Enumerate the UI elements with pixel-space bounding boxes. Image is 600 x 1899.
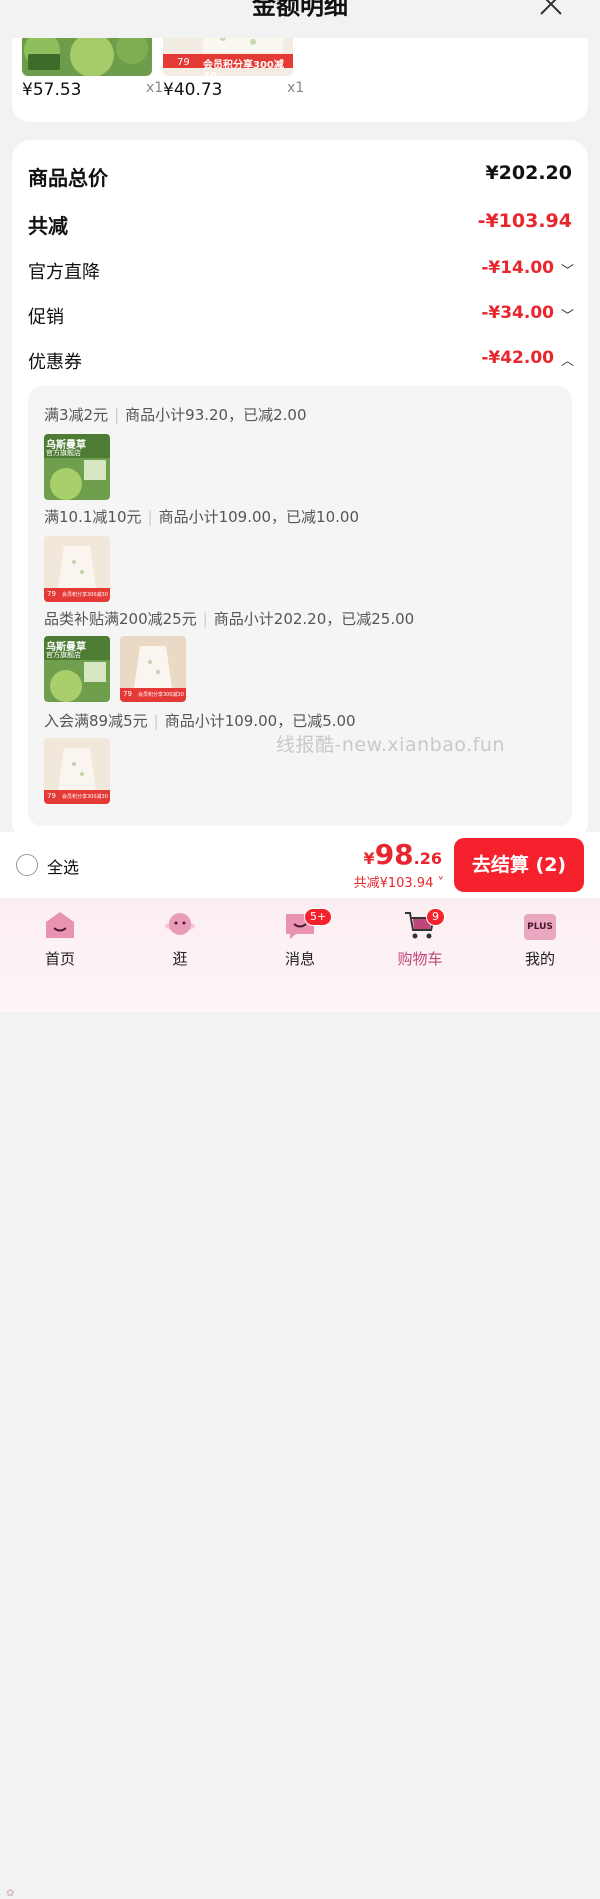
promo-detail: 商品小计202.20，已减25.00 bbox=[213, 610, 415, 628]
message-badge: 5+ bbox=[304, 908, 333, 926]
promo-rule: 满10.1减10元 bbox=[44, 508, 142, 526]
discount-row: 共减 -¥103.94 bbox=[28, 210, 572, 240]
checkout-button[interactable]: 去结算 (2) bbox=[454, 838, 584, 892]
chevron-down-icon: ˅ bbox=[433, 876, 444, 891]
coupon-breakdown: 满3减2元 | 商品小计93.20，已减2.00 乌斯曼草 官方旗舰店 满10.1减… bbox=[28, 386, 572, 826]
thumb-subtitle: 官方旗舰店 bbox=[46, 651, 81, 659]
promo-line: 满10.1减10元 | 商品小计109.00，已减10.00 bbox=[44, 508, 359, 526]
total-price: ¥98.26 bbox=[364, 838, 442, 871]
tab-bar: 首页 逛 5+ 消息 9 购物车 PLUS 我的 ✿ bbox=[0, 898, 600, 1899]
sheet-header: 金额明细 bbox=[0, 0, 600, 38]
moss-product-thumb: 乌斯曼草 官方旗舰店 bbox=[44, 636, 110, 702]
promo-detail: 商品小计109.00，已减10.00 bbox=[158, 508, 359, 526]
tab-messages[interactable]: 5+ 消息 bbox=[250, 906, 350, 968]
coupon-row[interactable]: 优惠券 -¥42.00 ︿ bbox=[28, 348, 574, 378]
price-integer: 98 bbox=[374, 838, 414, 871]
chevron-up-icon[interactable]: ︿ bbox=[561, 350, 574, 369]
thumb-banner-text: 会员积分享300减30 bbox=[138, 692, 184, 698]
thumb-banner-price: 79 bbox=[123, 690, 132, 698]
tab-label: 消息 bbox=[284, 950, 315, 968]
thumb-banner-price: 79 bbox=[177, 57, 190, 68]
watermark: 线报酷-new.xianbao.fun bbox=[276, 734, 505, 756]
select-all-checkbox[interactable] bbox=[16, 854, 38, 876]
goods-card: ¥57.53 x1 79 会员积分享300减30 ¥40.73 x1 bbox=[12, 30, 588, 122]
coupon-label: 优惠券 bbox=[28, 352, 82, 373]
goods-price: ¥40.73 bbox=[163, 80, 223, 100]
tab-home[interactable]: 首页 bbox=[10, 906, 110, 968]
promo-rule: 满3减2元 bbox=[44, 406, 109, 424]
goods-qty: x1 bbox=[146, 80, 164, 96]
chevron-down-icon[interactable]: ﹀ bbox=[561, 260, 574, 279]
total-row: 商品总价 ¥202.20 bbox=[28, 162, 572, 192]
cart-badge: 9 bbox=[426, 908, 445, 926]
price-decimal: .26 bbox=[413, 849, 442, 868]
swaddle-product-thumb: 79 会员积分享300减30 bbox=[44, 536, 110, 602]
promo-rule: 品类补贴满200减25元 bbox=[44, 610, 197, 628]
tab-label: 购物车 bbox=[397, 950, 443, 968]
total-label: 商品总价 bbox=[28, 166, 108, 190]
select-all-label[interactable]: 全选 bbox=[47, 854, 79, 878]
promo-detail: 商品小计109.00，已减5.00 bbox=[164, 712, 356, 730]
thumb-banner-price: 79 bbox=[47, 792, 56, 800]
total-value: ¥202.20 bbox=[485, 162, 572, 184]
promo-line: 品类补贴满200减25元 | 商品小计202.20，已减25.00 bbox=[44, 610, 415, 628]
tab-profile[interactable]: PLUS 我的 bbox=[490, 906, 590, 968]
total-saved-text: 共减¥103.94 bbox=[353, 876, 434, 891]
promo-rule: 入会满89减5元 bbox=[44, 712, 148, 730]
official-discount-label: 官方直降 bbox=[28, 262, 100, 283]
close-icon[interactable] bbox=[536, 0, 566, 18]
promo-detail: 商品小计93.20，已减2.00 bbox=[125, 406, 307, 424]
promotion-row[interactable]: 促销 -¥34.00 ﹀ bbox=[28, 303, 574, 333]
moss-product-thumb: 乌斯曼草 官方旗舰店 bbox=[44, 434, 110, 500]
swaddle-product-thumb: 79 会员积分享300减30 bbox=[120, 636, 186, 702]
planet-icon bbox=[165, 913, 195, 935]
promo-line: 入会满89减5元 | 商品小计109.00，已减5.00 bbox=[44, 712, 356, 730]
thumb-subtitle: 官方旗舰店 bbox=[46, 449, 81, 457]
tab-cart[interactable]: 9 购物车 bbox=[370, 906, 470, 968]
total-saved[interactable]: 共减¥103.94 ˅ bbox=[354, 872, 444, 891]
thumb-banner-price: 79 bbox=[47, 590, 56, 598]
swaddle-product-thumb: 79 会员积分享300减30 bbox=[44, 738, 110, 804]
tab-label: 首页 bbox=[44, 950, 75, 968]
tab-label: 我的 bbox=[524, 950, 555, 968]
thumb-banner-text: 会员积分享300减30 bbox=[62, 794, 108, 800]
sheet-title: 金额明细 bbox=[252, 0, 348, 20]
goods-price: ¥57.53 bbox=[22, 80, 82, 100]
official-discount-value: -¥14.00 bbox=[481, 258, 554, 278]
tab-explore[interactable]: 逛 bbox=[130, 906, 230, 968]
plus-icon-text: PLUS bbox=[527, 922, 553, 932]
promo-line: 满3减2元 | 商品小计93.20，已减2.00 bbox=[44, 406, 307, 424]
discount-value: -¥103.94 bbox=[477, 210, 572, 232]
home-icon bbox=[46, 912, 74, 938]
promotion-value: -¥34.00 bbox=[481, 303, 554, 323]
goods-qty: x1 bbox=[287, 80, 305, 96]
coupon-value: -¥42.00 bbox=[481, 348, 554, 368]
tab-label: 逛 bbox=[172, 950, 188, 968]
official-discount-row[interactable]: 官方直降 -¥14.00 ﹀ bbox=[28, 258, 574, 288]
promotion-label: 促销 bbox=[28, 307, 64, 328]
thumb-banner-text: 会员积分享300减30 bbox=[62, 592, 108, 598]
chevron-down-icon[interactable]: ﹀ bbox=[561, 305, 574, 324]
plus-icon: PLUS bbox=[524, 914, 556, 940]
thumb-banner-text: 会员积分享300减30 bbox=[203, 60, 284, 76]
checkout-bar: 全选 ¥98.26 共减¥103.94 ˅ 去结算 (2) bbox=[0, 832, 600, 898]
corner-logo: ✿ bbox=[6, 1888, 15, 1899]
price-currency: ¥ bbox=[363, 849, 375, 868]
discount-label: 共减 bbox=[28, 214, 68, 238]
